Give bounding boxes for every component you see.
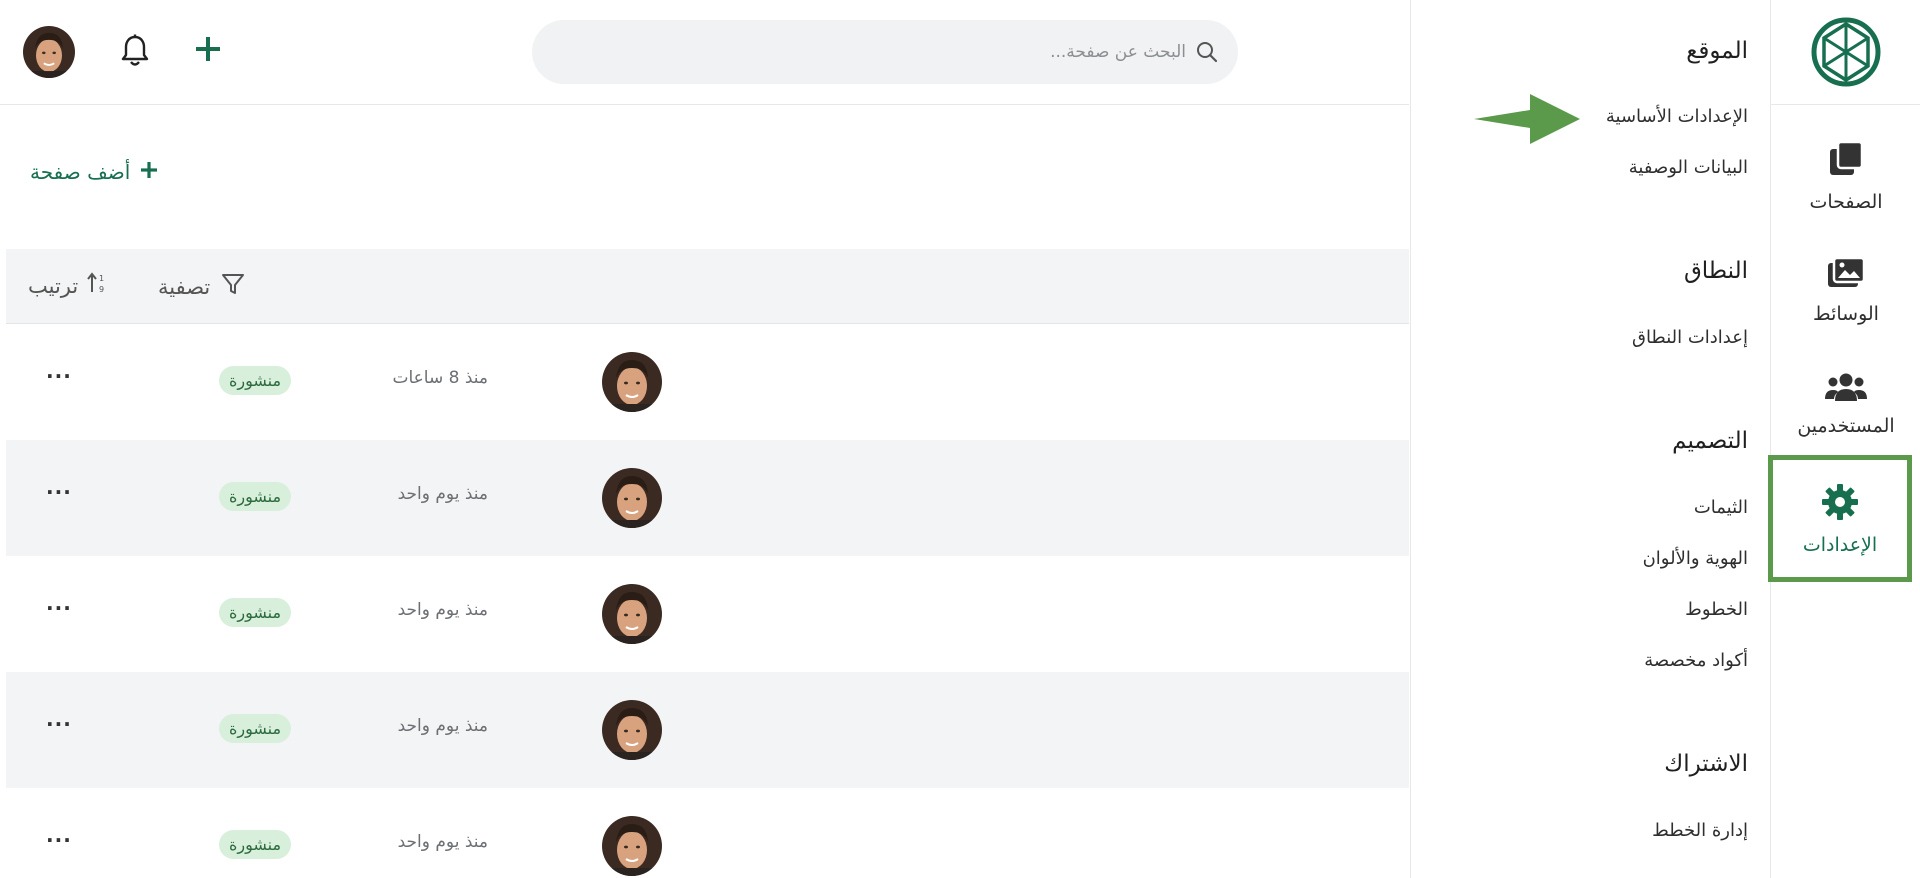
search-icon [1196,41,1218,63]
list-item[interactable]: ··· منشورة منذ يوم واحد [6,556,1409,672]
subnav-themes[interactable]: الثيمات [1694,497,1748,518]
filter-icon [220,271,246,302]
svg-text:9: 9 [99,285,104,294]
updated-time: منذ 8 ساعات [392,368,488,388]
search-bar [532,20,1238,84]
media-icon [1826,255,1866,295]
subnav-domain-settings[interactable]: إعدادات النطاق [1632,327,1748,348]
more-options-icon[interactable]: ··· [46,480,72,504]
status-badge: منشورة [219,598,292,627]
section-title-site: الموقع [1686,38,1748,64]
list-item[interactable]: ··· منشورة منذ يوم واحد [6,672,1409,788]
filter-bar: ترتيب 1 9 تصفية [6,249,1409,324]
filter-label: تصفية [158,274,211,299]
section-title-subscription: الاشتراك [1664,751,1748,777]
author-avatar [602,816,662,876]
plus-icon [140,160,158,184]
add-page-button[interactable]: أضف صفحة [30,160,158,184]
more-options-icon[interactable]: ··· [46,712,72,736]
pages-icon [1826,139,1866,183]
nav-media-label: الوسائط [1813,303,1879,325]
nav-settings[interactable]: الإعدادات [1768,455,1912,582]
updated-time: منذ يوم واحد [397,832,488,852]
pages-list: ··· منشورة منذ 8 ساعات ··· منشورة منذ يو… [6,324,1409,878]
users-icon [1825,371,1867,407]
list-item[interactable]: ··· منشورة منذ يوم واحد [6,440,1409,556]
status-badge: منشورة [219,830,292,859]
sort-button[interactable]: ترتيب 1 9 [28,271,108,300]
filter-button[interactable]: تصفية [158,271,246,302]
author-avatar [602,352,662,412]
updated-time: منذ يوم واحد [397,716,488,736]
updated-time: منذ يوم واحد [397,484,488,504]
nav-pages-label: الصفحات [1809,191,1883,213]
svg-text:1: 1 [99,274,104,283]
author-avatar [602,700,662,760]
list-item[interactable]: ··· منشورة منذ 8 ساعات [6,324,1409,440]
gear-icon [1820,482,1860,526]
pointer-arrow [1474,92,1580,150]
main-navigation-rail: الصفحات الوسائط المستخدمين الإعدادات [1768,0,1920,878]
subnav-branding-colors[interactable]: الهوية والألوان [1643,548,1748,569]
nav-users[interactable]: المستخدمين [1771,348,1920,460]
author-avatar [602,584,662,644]
nav-settings-label: الإعدادات [1802,533,1878,556]
sort-label: ترتيب [28,273,79,298]
nav-pages[interactable]: الصفحات [1771,120,1920,232]
top-bar [0,0,1409,105]
section-title-domain: النطاق [1683,258,1748,284]
more-options-icon[interactable]: ··· [46,364,72,388]
add-page-label: أضف صفحة [30,160,131,184]
user-avatar[interactable] [23,26,75,78]
leaf-globe-logo [1811,17,1881,87]
section-title-design: التصميم [1672,428,1748,454]
sort-icon: 1 9 [86,271,108,300]
more-options-icon[interactable]: ··· [46,596,72,620]
nav-users-label: المستخدمين [1797,415,1895,437]
app-logo[interactable] [1771,0,1920,105]
subnav-custom-code[interactable]: أكواد مخصصة [1644,650,1748,671]
more-options-icon[interactable]: ··· [46,828,72,852]
add-new-button[interactable] [194,34,222,68]
status-badge: منشورة [219,714,292,743]
bell-icon[interactable] [120,34,150,72]
subnav-metadata[interactable]: البيانات الوصفية [1629,157,1748,178]
status-badge: منشورة [219,482,292,511]
list-item[interactable]: ··· منشورة منذ يوم واحد [6,788,1409,878]
author-avatar [602,468,662,528]
subnav-basic-settings[interactable]: الإعدادات الأساسية [1606,106,1748,127]
search-input[interactable] [566,42,1186,62]
updated-time: منذ يوم واحد [397,600,488,620]
nav-media[interactable]: الوسائط [1771,234,1920,346]
subnav-fonts[interactable]: الخطوط [1685,599,1748,620]
subnav-manage-plans[interactable]: إدارة الخطط [1652,820,1748,841]
status-badge: منشورة [219,366,292,395]
settings-subnav: الموقع الإعدادات الأساسية البيانات الوصف… [1410,0,1770,878]
